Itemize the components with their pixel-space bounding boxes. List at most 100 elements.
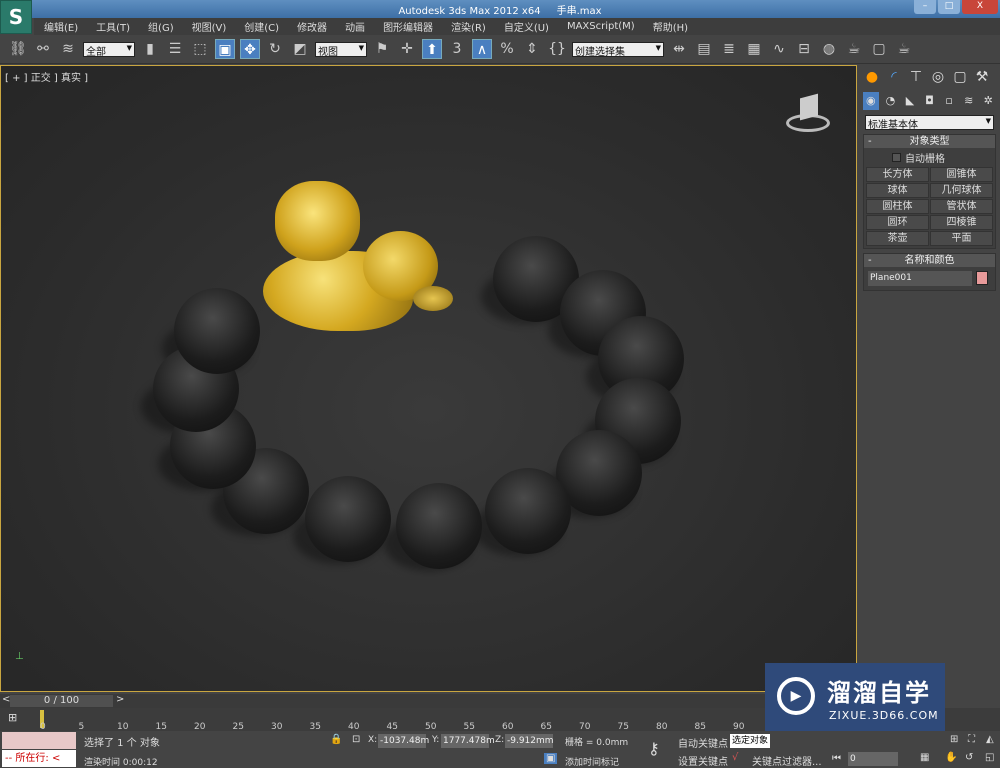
edit-named-selection-icon[interactable]: {} <box>547 39 567 59</box>
lights-icon[interactable]: ◣ <box>902 92 918 110</box>
helpers-icon[interactable]: ▫ <box>941 92 957 110</box>
snap-toggle-icon[interactable]: 3 <box>447 39 467 59</box>
rect-selection-icon[interactable]: ⬚ <box>190 39 210 59</box>
geometry-icon[interactable]: ◉ <box>863 92 879 110</box>
name-color-header[interactable]: 名称和颜色 <box>864 254 995 267</box>
field-of-view-icon[interactable]: ◭ <box>986 734 994 745</box>
perspective-viewport[interactable]: [ + ] 正交 ] 真实 ] ⊥ <box>0 65 857 692</box>
spinner-snap-icon[interactable]: ⇕ <box>522 39 542 59</box>
lock-icon[interactable]: 🔒 <box>330 734 342 745</box>
select-by-name-icon[interactable]: ☰ <box>165 39 185 59</box>
maxscript-output[interactable]: -- 所在行: < <box>2 750 76 767</box>
object-color-swatch[interactable] <box>976 271 988 285</box>
x-coordinate-input[interactable]: -1037.48m <box>378 734 429 748</box>
plane-button[interactable]: 平面 <box>930 231 993 246</box>
bead[interactable] <box>305 476 391 562</box>
autogrid-checkbox[interactable]: 自动栅格 <box>864 148 995 165</box>
y-coordinate-input[interactable]: 1777.478m <box>441 734 495 748</box>
menu-animation[interactable]: 动画 <box>345 19 365 34</box>
modify-tab-icon[interactable]: ◜ <box>885 68 903 86</box>
torus-button[interactable]: 圆环 <box>866 215 929 230</box>
display-tab-icon[interactable]: ▢ <box>951 68 969 86</box>
graphite-icon[interactable]: ▦ <box>744 39 764 59</box>
mini-curve-editor-icon[interactable]: ⊞ <box>8 711 17 724</box>
systems-icon[interactable]: ✲ <box>980 92 996 110</box>
time-config-icon[interactable]: ▦ <box>920 752 929 763</box>
align-icon[interactable]: ▤ <box>694 39 714 59</box>
rotate-icon[interactable]: ↻ <box>265 39 285 59</box>
add-time-tag[interactable]: 添加时间标记 <box>565 755 619 768</box>
time-slider[interactable]: 0 / 100 <box>10 695 113 707</box>
bind-spacewarp-icon[interactable]: ≋ <box>58 39 78 59</box>
render-setup-icon[interactable]: ☕ <box>844 39 864 59</box>
reference-coord-dropdown[interactable]: 视图 <box>315 41 367 58</box>
menu-tools[interactable]: 工具(T) <box>96 19 130 34</box>
menu-views[interactable]: 视图(V) <box>192 19 227 34</box>
sphere-button[interactable]: 球体 <box>866 183 929 198</box>
menu-edit[interactable]: 编辑(E) <box>44 19 78 34</box>
mirror-icon[interactable]: ⇹ <box>669 39 689 59</box>
rendered-frame-icon[interactable]: ▢ <box>869 39 889 59</box>
goto-start-icon[interactable]: ⏮ <box>832 753 841 764</box>
cameras-icon[interactable]: ◘ <box>922 92 938 110</box>
orbit-icon[interactable]: ↺ <box>965 752 973 763</box>
pan-icon[interactable]: ✋ <box>945 752 957 763</box>
utilities-tab-icon[interactable]: ⚒ <box>973 68 991 86</box>
close-button[interactable]: X <box>962 0 998 14</box>
z-coordinate-input[interactable]: -9.912mm <box>505 734 554 748</box>
spacewarps-icon[interactable]: ≋ <box>961 92 977 110</box>
cylinder-button[interactable]: 圆柱体 <box>866 199 929 214</box>
angle-snap-icon[interactable]: ∧ <box>472 39 492 59</box>
scale-icon[interactable]: ◩ <box>290 39 310 59</box>
hierarchy-tab-icon[interactable]: ⊤ <box>907 68 925 86</box>
set-key-button[interactable]: 设置关键点 <box>678 753 728 768</box>
select-object-icon[interactable]: ▮ <box>140 39 160 59</box>
keyboard-shortcut-icon[interactable]: ⬆ <box>422 39 442 59</box>
box-button[interactable]: 长方体 <box>866 167 929 182</box>
viewport-label[interactable]: [ + ] 正交 ] 真实 ] <box>5 69 88 84</box>
window-crossing-icon[interactable]: ▣ <box>215 39 235 59</box>
pyramid-button[interactable]: 四棱锥 <box>930 215 993 230</box>
object-type-header[interactable]: 对象类型 <box>864 135 995 148</box>
teapot-button[interactable]: 茶壶 <box>866 231 929 246</box>
schematic-view-icon[interactable]: ⊟ <box>794 39 814 59</box>
layer-manager-icon[interactable]: ≣ <box>719 39 739 59</box>
set-key-icon[interactable]: ⚷ <box>648 739 660 758</box>
minimize-button[interactable]: – <box>914 0 936 14</box>
next-frame-icon[interactable]: > <box>116 694 124 705</box>
app-logo-button[interactable]: S <box>0 0 32 34</box>
current-frame-input[interactable]: 0 <box>848 752 898 766</box>
menu-help[interactable]: 帮助(H) <box>653 19 688 34</box>
tube-button[interactable]: 管状体 <box>930 199 993 214</box>
zoom-all-icon[interactable]: ⊞ <box>950 734 958 745</box>
link-icon[interactable]: ⛓ <box>8 39 28 59</box>
menu-group[interactable]: 组(G) <box>148 19 174 34</box>
curve-editor-icon[interactable]: ∿ <box>769 39 789 59</box>
pivot-center-icon[interactable]: ⚑ <box>372 39 392 59</box>
maximize-button[interactable]: □ <box>938 0 960 14</box>
bead[interactable] <box>396 483 482 569</box>
create-tab-icon[interactable]: ● <box>863 68 881 86</box>
shapes-icon[interactable]: ◔ <box>883 92 899 110</box>
manipulate-icon[interactable]: ✛ <box>397 39 417 59</box>
time-slider-track[interactable]: < 0 / 100 > <box>0 694 857 708</box>
unlink-icon[interactable]: ⚯ <box>33 39 53 59</box>
bead[interactable] <box>174 288 260 374</box>
menu-customize[interactable]: 自定义(U) <box>504 19 549 34</box>
bead[interactable] <box>485 468 571 554</box>
motion-tab-icon[interactable]: ◎ <box>929 68 947 86</box>
time-tag-icon[interactable]: ▣ <box>544 753 558 764</box>
object-name-input[interactable]: Plane001 <box>868 271 972 286</box>
category-dropdown[interactable]: 标准基本体 <box>865 115 994 131</box>
menu-modifiers[interactable]: 修改器 <box>297 19 327 34</box>
render-icon[interactable]: ☕ <box>894 39 914 59</box>
key-mode-dropdown[interactable]: 选定对象 <box>730 734 770 748</box>
maximize-viewport-icon[interactable]: ◱ <box>985 752 994 763</box>
absolute-mode-icon[interactable]: ⊡ <box>352 734 360 745</box>
cone-button[interactable]: 圆锥体 <box>930 167 993 182</box>
selection-filter-dropdown[interactable]: 全部 <box>83 41 135 58</box>
percent-snap-icon[interactable]: % <box>497 39 517 59</box>
pixiu-gold-ornament[interactable] <box>263 181 463 341</box>
menu-graph-editors[interactable]: 图形编辑器 <box>383 19 433 34</box>
menu-rendering[interactable]: 渲染(R) <box>451 19 486 34</box>
